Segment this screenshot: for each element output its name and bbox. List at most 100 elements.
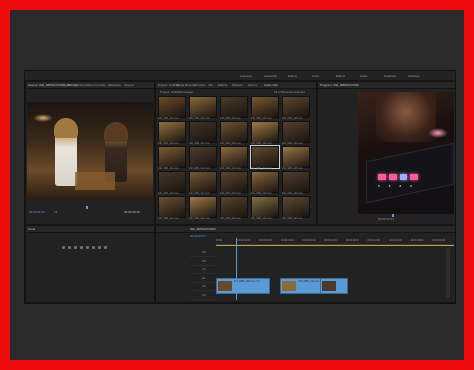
track-label: A2 — [202, 284, 206, 288]
project-clip-name: 040_M8S_016.mov — [158, 192, 179, 195]
workspace-tab-assembly[interactable]: Assembly — [264, 74, 277, 78]
ruler-tick-label: 00:00:04:00 — [259, 239, 272, 242]
project-clip-name: 040_M8S_025.mov — [282, 217, 303, 220]
workspace-tab-effects[interactable]: Effects — [336, 74, 345, 78]
project-clip-name: 040_M8S_001.mov — [158, 117, 179, 120]
project-clip-thumbnail[interactable] — [282, 96, 310, 118]
source-panel-tab-mixer[interactable]: Audio Clip Mixer — [64, 83, 86, 87]
timeline-playhead[interactable] — [236, 238, 237, 300]
workspace-tab-learning[interactable]: Learning — [240, 74, 252, 78]
project-tab-6[interactable]: History — [248, 83, 257, 87]
selection-tool-icon[interactable] — [62, 246, 65, 249]
type-tool-icon[interactable] — [104, 246, 107, 249]
source-panel-tab-effects[interactable]: Effect Controls — [86, 83, 106, 87]
project-tab-1[interactable]: Media Browser — [176, 83, 196, 87]
project-clip-thumbnail[interactable] — [250, 145, 280, 169]
project-clip-thumbnail[interactable] — [189, 121, 217, 143]
ripple-edit-tool-icon[interactable] — [74, 246, 77, 249]
v1-clip-2-thumb — [282, 281, 296, 291]
track-label: A3 — [202, 292, 206, 297]
project-clip-name: 040_M8S_019.mov — [251, 192, 272, 195]
tools-panel: Tools — [25, 225, 155, 303]
workspace-tab-color[interactable]: Color — [312, 74, 319, 78]
ruler-tick-label: 00:00:10:00 — [324, 239, 337, 242]
program-video-frame[interactable]: 8 8 8 8 — [358, 92, 454, 214]
razor-tool-icon[interactable] — [80, 246, 83, 249]
project-tab-5[interactable]: Markers — [232, 83, 243, 87]
project-clip-thumbnail[interactable] — [189, 196, 217, 218]
track-header-a3[interactable]: A3 — [190, 291, 216, 300]
source-panel-tab-metadata[interactable]: Metadata — [108, 83, 121, 87]
timeline-work-area[interactable] — [216, 245, 454, 246]
v1-clip-1-thumb — [218, 281, 232, 291]
project-clip-thumbnail[interactable] — [158, 121, 186, 143]
workspace-tab-audio[interactable]: Audio — [360, 74, 368, 78]
ruler-tick-label: 00:00:16:00 — [389, 239, 402, 242]
source-timecode-in[interactable]: 00:00:01:02 — [29, 210, 45, 214]
project-clip-thumbnail[interactable] — [251, 121, 279, 143]
program-playhead-marker[interactable] — [392, 214, 394, 217]
v1-clip-1[interactable]: 040_M8S_006.mov [V] — [216, 278, 270, 294]
project-clip-thumbnail[interactable] — [251, 171, 279, 193]
tools-panel-title[interactable]: Tools — [28, 227, 35, 231]
track-label: A1 — [202, 275, 206, 280]
hand-tool-icon[interactable] — [98, 246, 101, 249]
project-clip-thumbnail[interactable] — [189, 146, 217, 168]
project-clip-name: 040_M8S_014.mov — [251, 167, 272, 170]
ruler-tick-label: 00:00:02:00 — [237, 239, 251, 242]
project-clip-thumbnail[interactable] — [282, 171, 310, 193]
program-panel-header: Program: 040_M8SHOOTER — [318, 82, 455, 89]
project-clip-thumbnail[interactable] — [282, 196, 310, 218]
project-clip-thumbnail[interactable] — [220, 171, 248, 193]
workspace-bar: Learning Assembly Editing Color Effects Audio… — [25, 71, 455, 81]
project-clip-name: 040_M8S_003.mov — [220, 117, 241, 120]
source-panel: Source: 040_M8SHOOTER_150.mov Audio Clip… — [25, 81, 155, 225]
v1-clip-3[interactable] — [320, 278, 348, 294]
project-clip-thumbnail[interactable] — [220, 196, 248, 218]
ruler-tick-label: 00:00:12:00 — [345, 239, 359, 242]
track-select-tool-icon[interactable] — [68, 246, 71, 249]
project-clip-name: 040_M8S_013.mov — [220, 167, 241, 170]
project-clip-thumbnail[interactable] — [158, 146, 186, 168]
timeline-timecode[interactable]: 00:00:03:07 — [190, 234, 206, 238]
track-area[interactable]: 040_M8S_006.mov [V] 040_M8S_012.mov [V] — [216, 238, 454, 300]
project-clip-thumbnail[interactable] — [158, 196, 186, 218]
slip-tool-icon[interactable] — [86, 246, 89, 249]
source-timecode-out: 00:00:10:12 — [124, 210, 140, 214]
project-clip-thumbnail[interactable] — [220, 146, 248, 168]
premiere-window: Learning Assembly Editing Color Effects Audio… — [24, 70, 456, 304]
v1-clip-2[interactable]: 040_M8S_012.mov [V] — [280, 278, 323, 294]
source-fit-select[interactable]: Fit — [54, 210, 57, 214]
project-tab-7[interactable]: Audio Clip — [264, 83, 278, 87]
workspace-tab-graphics[interactable]: Graphics — [384, 74, 396, 78]
sequence-tab[interactable]: 040_M8SHOOTER — [190, 227, 216, 231]
project-clip-name: 040_M8S_018.mov — [220, 192, 241, 195]
project-clip-thumbnail[interactable] — [220, 96, 248, 118]
project-clip-thumbnail[interactable] — [220, 121, 248, 143]
workspace-tab-libraries[interactable]: Libraries — [408, 74, 420, 78]
source-video-frame[interactable] — [27, 102, 153, 200]
workspace-tab-editing[interactable]: Editing — [288, 74, 297, 78]
project-clip-thumbnail[interactable] — [251, 96, 279, 118]
source-transport-controls — [62, 217, 122, 221]
project-clip-thumbnail[interactable] — [282, 146, 310, 168]
project-clip-thumbnail[interactable] — [189, 171, 217, 193]
project-clip-thumbnail[interactable] — [158, 96, 186, 118]
pen-tool-icon[interactable] — [92, 246, 95, 249]
project-tab-4[interactable]: Effects — [218, 83, 227, 87]
project-clip-name: 040_M8S_024.mov — [251, 217, 272, 220]
source-video-hair-right — [104, 122, 128, 142]
project-tab-2[interactable]: Libraries — [194, 83, 206, 87]
project-clip-thumbnail[interactable] — [282, 121, 310, 143]
timeline-scrollbar[interactable] — [446, 248, 450, 298]
project-clip-thumbnail[interactable] — [189, 96, 217, 118]
project-clip-thumbnail[interactable] — [158, 171, 186, 193]
source-playhead-marker[interactable] — [86, 206, 88, 209]
project-tab-3[interactable]: Info — [208, 83, 213, 87]
source-panel-tab-scopes[interactable]: Scopes — [124, 83, 134, 87]
track-label: V3 — [202, 250, 206, 254]
project-clip-name: 040_M8S_002.mov — [189, 117, 210, 120]
project-clip-thumbnail[interactable] — [251, 196, 279, 218]
program-panel-title[interactable]: Program: 040_M8SHOOTER — [320, 83, 359, 87]
project-clip-name: 040_M8S_023.mov — [220, 217, 241, 220]
